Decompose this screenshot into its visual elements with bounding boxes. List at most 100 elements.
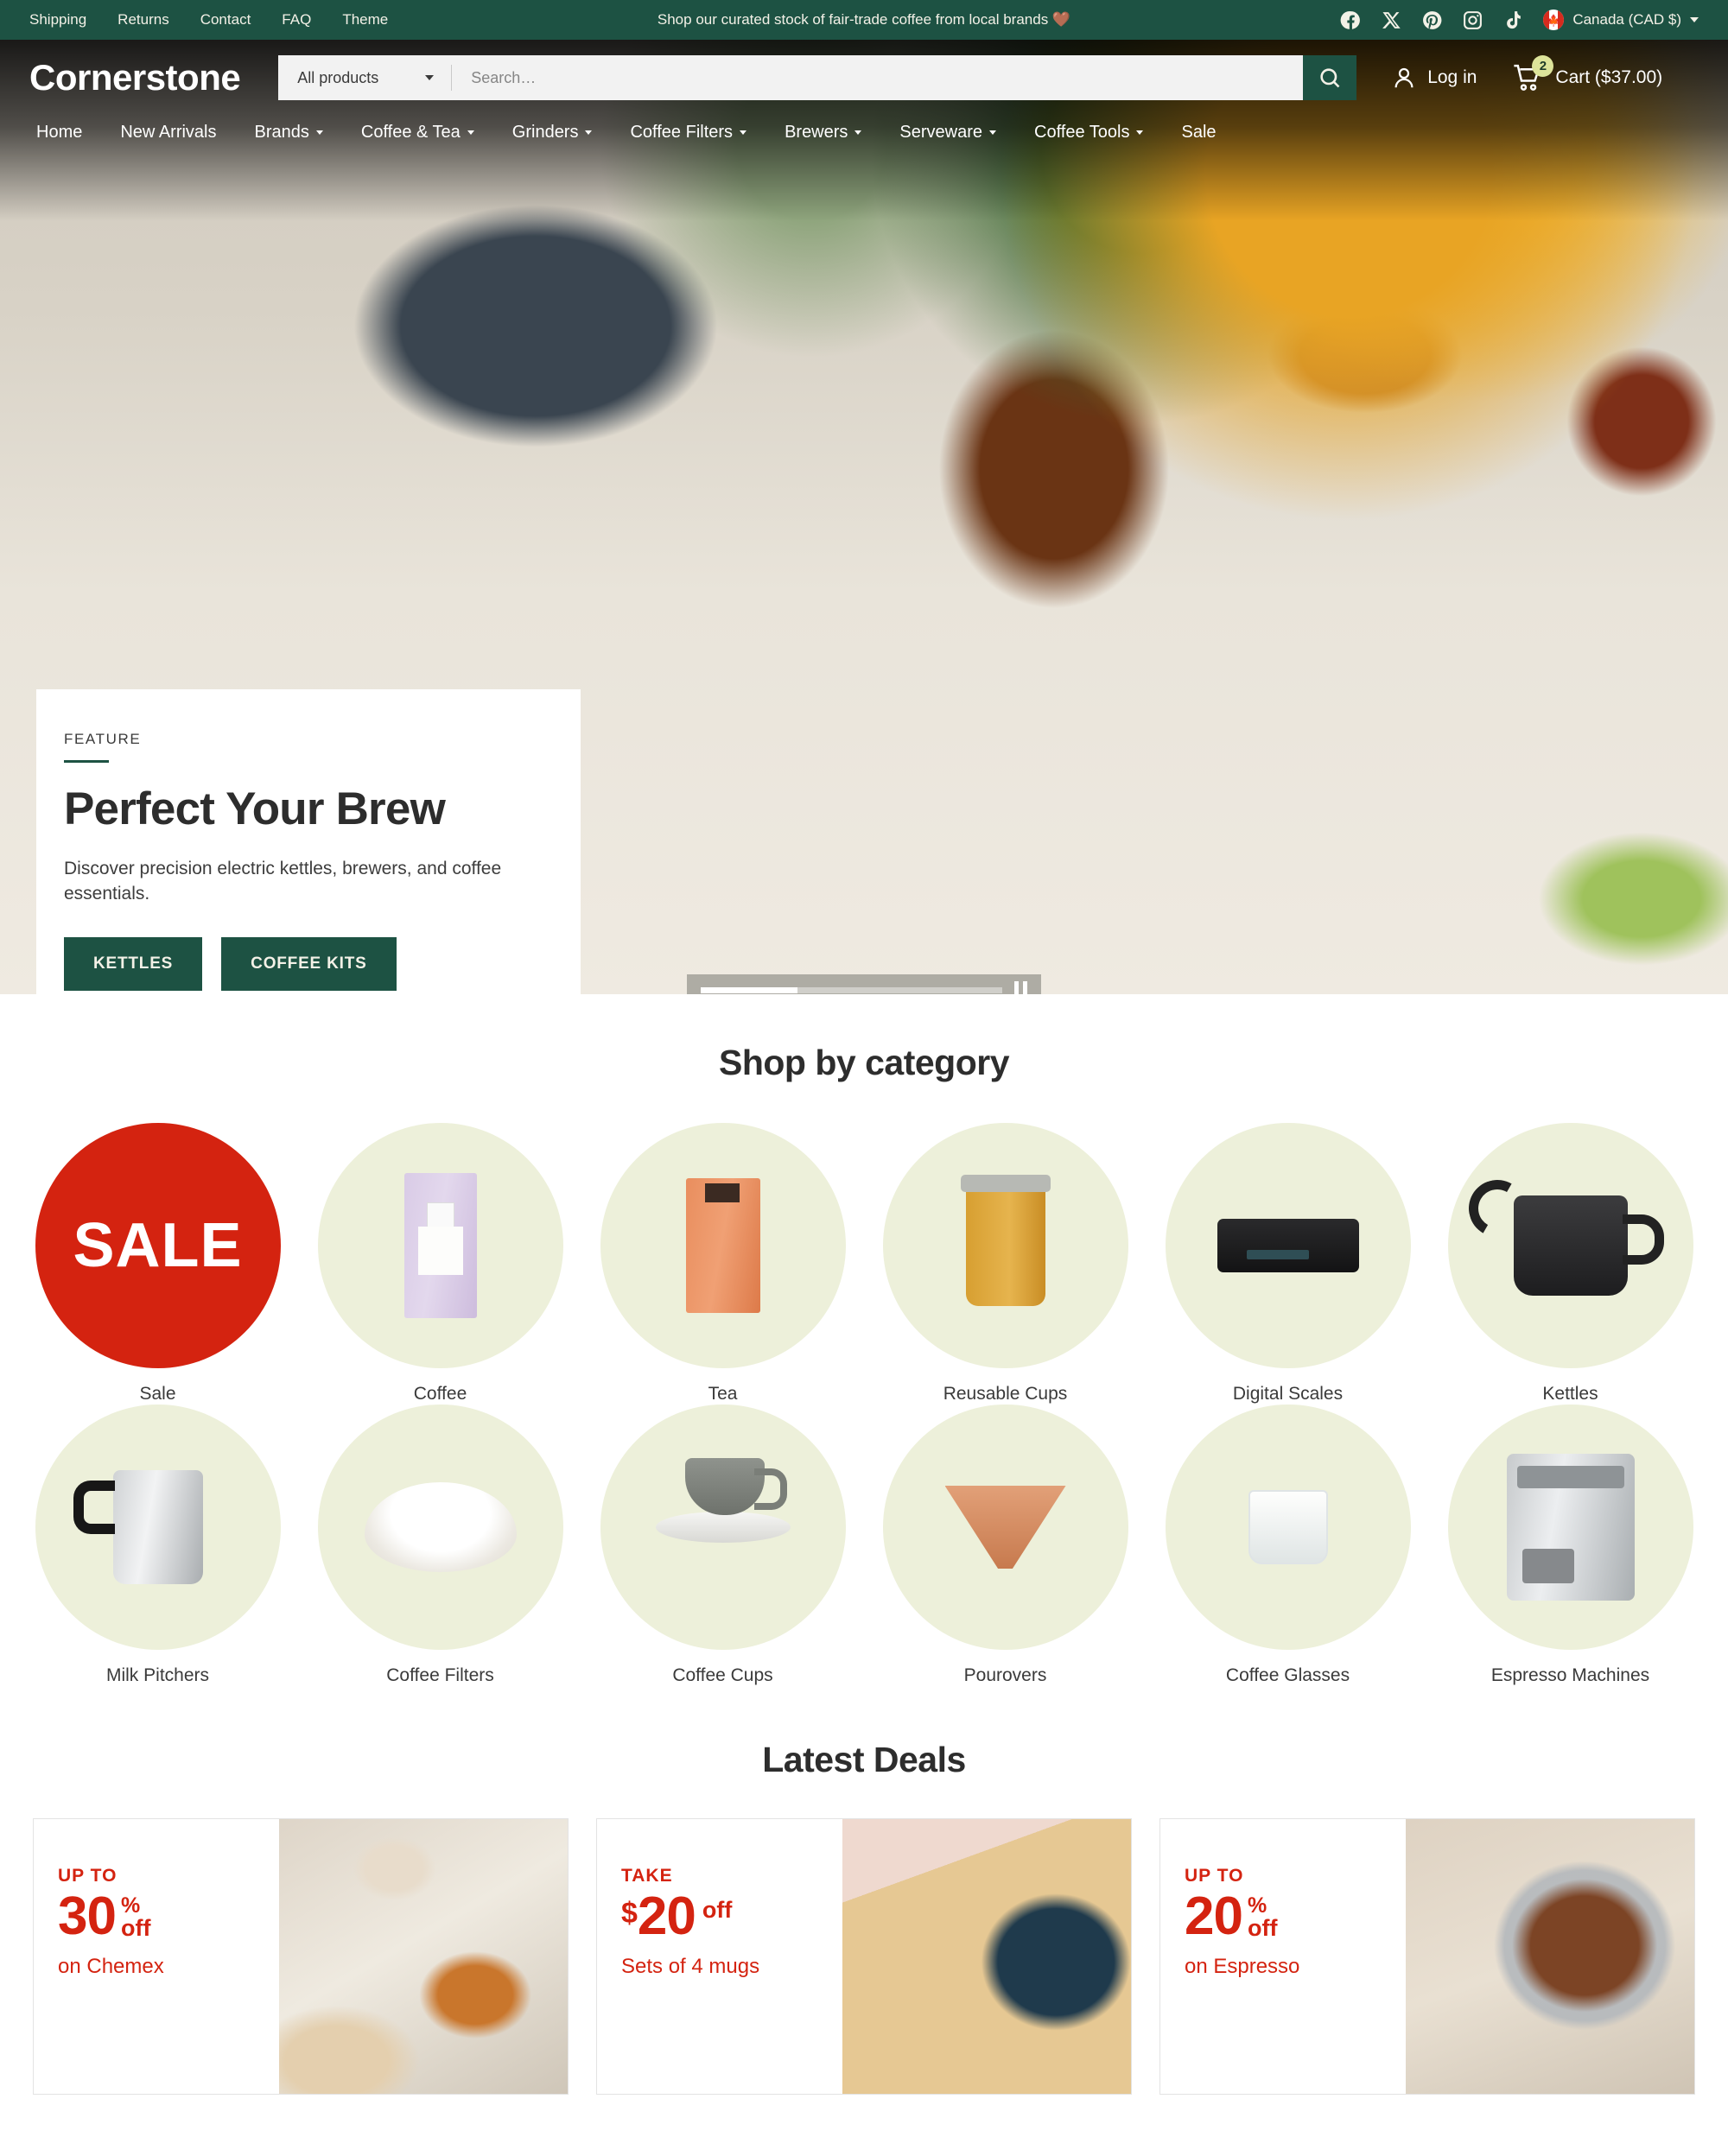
espresso-machine-icon	[1447, 1405, 1693, 1650]
announce-link-theme[interactable]: Theme	[342, 11, 388, 29]
x-icon[interactable]	[1381, 10, 1402, 31]
login-link[interactable]: Log in	[1391, 65, 1477, 91]
announce-link-shipping[interactable]: Shipping	[29, 11, 86, 29]
deal-number: 20	[1185, 1886, 1243, 1946]
deal-percent: %	[1247, 1893, 1267, 1918]
deals-grid: UP TO 30 % off on Chemex TAKE $ 20 off S…	[0, 1780, 1728, 2095]
chevron-down-icon	[467, 130, 474, 135]
hero-eyebrow: FEATURE	[64, 731, 142, 747]
deal-amount: $ 20 off	[621, 1886, 842, 1946]
nav-label: Brands	[254, 123, 309, 142]
milk-pitcher-icon	[35, 1405, 281, 1650]
sale-badge-icon: SALE	[35, 1123, 281, 1368]
nav-label: Coffee & Tea	[360, 123, 461, 142]
nav-label: Serveware	[899, 123, 983, 142]
category-label: Coffee	[413, 1384, 467, 1404]
category-item-milk-pitchers[interactable]: Milk Pitchers	[19, 1405, 296, 1686]
deal-number: 20	[637, 1886, 696, 1946]
category-label: Coffee Cups	[672, 1665, 773, 1685]
nav-label: Grinders	[511, 123, 579, 142]
search-submit-button[interactable]	[1303, 55, 1357, 100]
category-item-sale[interactable]: SALE Sale	[19, 1123, 296, 1405]
category-item-pourovers[interactable]: Pourovers	[867, 1405, 1144, 1686]
category-grid: SALE Sale Coffee Tea Reusable Cups Digit…	[0, 1083, 1728, 1686]
category-label: Sale	[139, 1384, 176, 1404]
search-icon	[1320, 68, 1340, 88]
announce-link-faq[interactable]: FAQ	[282, 11, 311, 29]
search-scope-select[interactable]: All products	[278, 55, 451, 100]
milk-pitcher-art	[73, 1470, 203, 1584]
main-navigation: Home New Arrivals Brands Coffee & Tea Gr…	[0, 104, 1728, 143]
category-item-coffee-cups[interactable]: Coffee Cups	[584, 1405, 861, 1686]
tiktok-icon[interactable]	[1502, 10, 1524, 31]
category-item-espresso-machines[interactable]: Espresso Machines	[1432, 1405, 1709, 1686]
nav-item-coffee-filters[interactable]: Coffee Filters	[611, 123, 766, 143]
hero-feature-card: FEATURE Perfect Your Brew Discover preci…	[36, 689, 581, 994]
nav-item-new-arrivals[interactable]: New Arrivals	[101, 123, 235, 143]
category-label: Pourovers	[963, 1665, 1047, 1685]
portafilter-photo	[1406, 1819, 1694, 2094]
espresso-machine-art	[1506, 1454, 1635, 1601]
instagram-icon[interactable]	[1462, 10, 1483, 31]
deals-section: Latest Deals UP TO 30 % off on Chemex TA…	[0, 1686, 1728, 2095]
pause-icon[interactable]	[1014, 981, 1027, 994]
category-item-digital-scales[interactable]: Digital Scales	[1149, 1123, 1426, 1405]
deal-text: UP TO 30 % off on Chemex	[34, 1819, 279, 2094]
site-logo[interactable]: Cornerstone	[29, 57, 241, 98]
reusable-cup-icon	[882, 1123, 1128, 1368]
announcement-links: Shipping Returns Contact FAQ Theme	[29, 11, 388, 29]
nav-item-coffee-tea[interactable]: Coffee & Tea	[342, 123, 493, 143]
announce-link-returns[interactable]: Returns	[118, 11, 169, 29]
search-bar: All products	[278, 55, 1357, 100]
tea-bag-art	[685, 1178, 760, 1313]
pinterest-icon[interactable]	[1421, 10, 1443, 31]
deal-description: on Espresso	[1185, 1955, 1300, 1979]
coffee-bag-icon	[317, 1123, 563, 1368]
nav-item-coffee-tools[interactable]: Coffee Tools	[1015, 123, 1162, 143]
deal-card-espresso[interactable]: UP TO 20 % off on Espresso	[1159, 1818, 1695, 2095]
category-label: Espresso Machines	[1490, 1665, 1650, 1685]
deal-card-chemex[interactable]: UP TO 30 % off on Chemex	[33, 1818, 569, 2095]
category-item-coffee-filters[interactable]: Coffee Filters	[302, 1405, 579, 1686]
category-section-title: Shop by category	[718, 1043, 1010, 1082]
carousel-progress-track[interactable]	[701, 986, 1002, 993]
locale-label: Canada (CAD $)	[1572, 11, 1681, 28]
category-item-coffee-glasses[interactable]: Coffee Glasses	[1149, 1405, 1426, 1686]
deal-off: off	[120, 1915, 151, 1941]
nav-item-home[interactable]: Home	[29, 123, 101, 143]
category-item-tea[interactable]: Tea	[584, 1123, 861, 1405]
locale-selector[interactable]: 🍁 Canada (CAD $)	[1543, 10, 1699, 30]
chevron-down-icon	[1136, 130, 1144, 135]
nav-item-sale[interactable]: Sale	[1162, 123, 1235, 143]
facebook-icon[interactable]	[1340, 10, 1362, 31]
category-label: Milk Pitchers	[105, 1665, 210, 1685]
coffee-kits-button[interactable]: COFFEE KITS	[221, 937, 397, 992]
paper-filter-icon	[317, 1405, 563, 1650]
deal-off: off	[702, 1897, 733, 1923]
search-scope-label: All products	[297, 68, 379, 86]
deal-card-mugs[interactable]: TAKE $ 20 off Sets of 4 mugs	[596, 1818, 1132, 2095]
kettles-button[interactable]: KETTLES	[64, 937, 203, 992]
nav-item-serveware[interactable]: Serveware	[880, 123, 1015, 143]
cart-button[interactable]: 2 Cart ($37.00)	[1513, 55, 1662, 92]
deal-text: UP TO 20 % off on Espresso	[1160, 1819, 1406, 2094]
category-item-coffee[interactable]: Coffee	[302, 1123, 579, 1405]
carousel-controls	[687, 974, 1041, 994]
nav-item-brewers[interactable]: Brewers	[766, 123, 880, 143]
nav-label: Sale	[1181, 123, 1217, 142]
category-label: Tea	[708, 1384, 738, 1404]
category-item-kettles[interactable]: Kettles	[1432, 1123, 1709, 1405]
nav-item-brands[interactable]: Brands	[236, 123, 342, 143]
pourover-dripper-icon	[882, 1405, 1128, 1650]
glass-art	[1248, 1490, 1328, 1564]
deal-description: on Chemex	[58, 1955, 164, 1979]
chevron-down-icon	[740, 130, 747, 135]
search-input[interactable]	[452, 55, 1304, 100]
hero-buttons: KETTLES COFFEE KITS	[64, 937, 532, 992]
announce-link-contact[interactable]: Contact	[200, 11, 251, 29]
nav-item-grinders[interactable]: Grinders	[493, 123, 612, 143]
cart-count-badge: 2	[1532, 55, 1554, 77]
coffee-bag-art	[403, 1173, 477, 1318]
carousel-progress-fill	[701, 986, 797, 993]
category-item-reusable-cups[interactable]: Reusable Cups	[867, 1123, 1144, 1405]
